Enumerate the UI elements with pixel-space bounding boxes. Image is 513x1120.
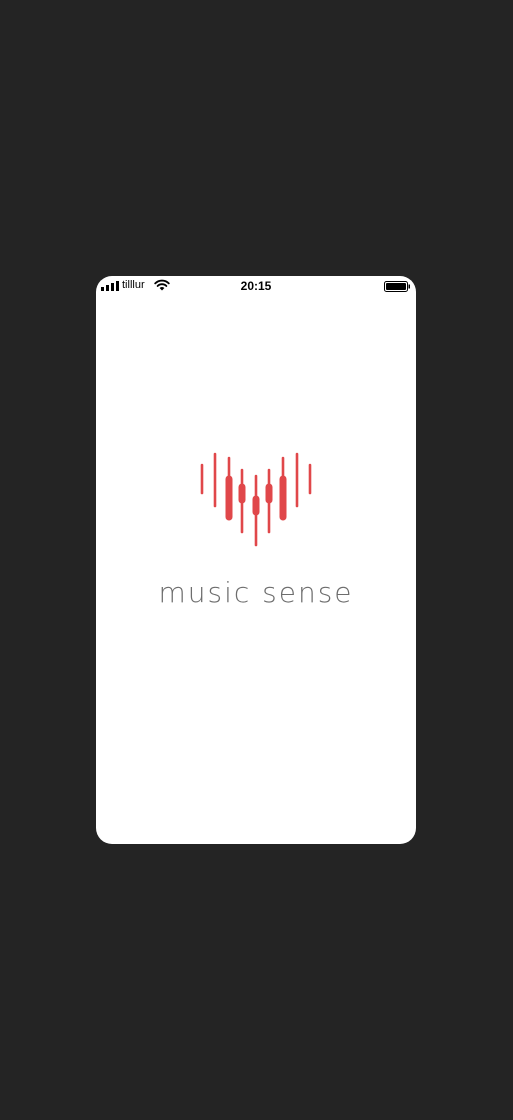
status-bar: tilllur 20:15 [96,276,416,296]
phone-screen: tilllur 20:15 music sense [96,276,416,844]
battery-icon [384,281,410,292]
heart-equalizer-icon [200,452,312,547]
app-name-wordmark: music sense [158,576,354,609]
status-time: 20:15 [240,279,272,293]
